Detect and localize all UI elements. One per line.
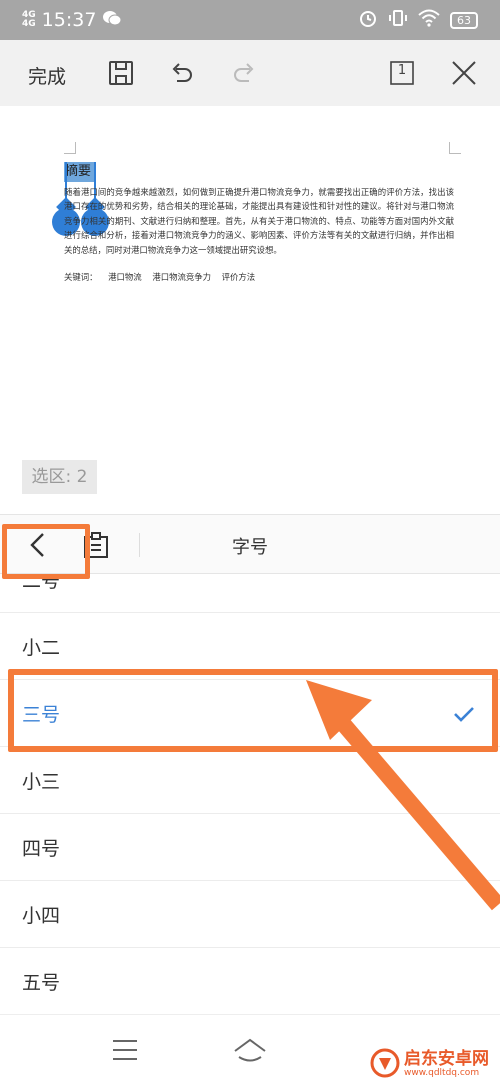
watermark-name: 启东安卓网 — [404, 1049, 489, 1069]
menu-icon[interactable] — [107, 1037, 143, 1063]
annotation-arrow — [306, 680, 500, 911]
watermark-url: www.qdltdq.com — [404, 1068, 480, 1078]
home-icon[interactable] — [232, 1037, 268, 1063]
site-watermark: 启东安卓网 www.qdltdq.com — [368, 1044, 500, 1084]
watermark-logo-icon — [370, 1048, 400, 1082]
